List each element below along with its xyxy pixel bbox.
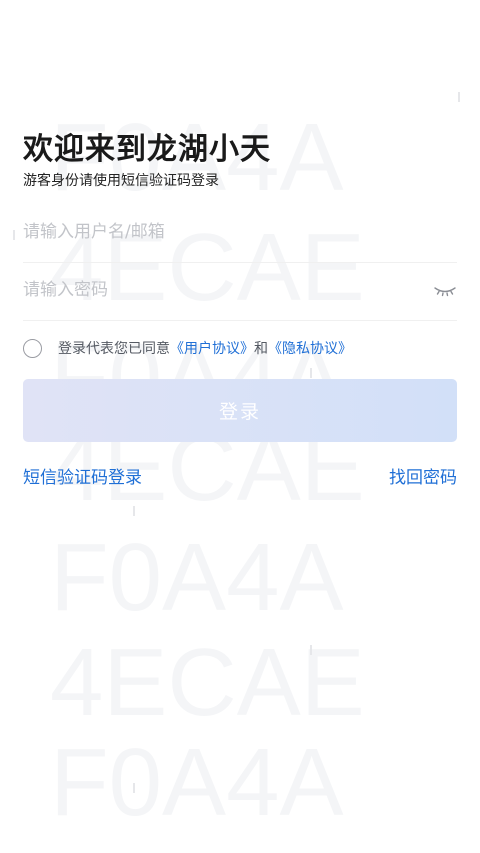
agreement-row: 登录代表您已同意《用户协议》和《隐私协议》 [23, 336, 457, 360]
eye-closed-icon[interactable] [433, 280, 457, 300]
user-agreement-link[interactable]: 《用户协议》 [170, 341, 254, 357]
privacy-policy-link[interactable]: 《隐私协议》 [268, 341, 352, 357]
password-input[interactable] [23, 262, 423, 318]
agreement-text: 登录代表您已同意《用户协议》和《隐私协议》 [58, 338, 352, 358]
password-field [23, 262, 457, 321]
login-form-container: 欢迎来到龙湖小天 游客身份请使用短信验证码登录 登录代表您已同意《用户协议》和《… [0, 0, 480, 853]
agreement-checkbox[interactable] [23, 338, 42, 358]
login-button[interactable]: 登录 [23, 379, 457, 442]
login-screen: F0A4A 4ECAE F0A4A 4ECAE F0A4A 4ECAE F0A4… [0, 0, 480, 853]
forgot-password-link[interactable]: 找回密码 [389, 463, 457, 488]
page-title: 欢迎来到龙湖小天 [23, 132, 271, 167]
agreement-conjunction: 和 [254, 341, 268, 357]
agreement-prefix: 登录代表您已同意 [58, 341, 170, 357]
page-subtitle: 游客身份请使用短信验证码登录 [23, 173, 219, 189]
username-input[interactable] [23, 204, 423, 260]
username-field [23, 204, 457, 263]
sms-login-link[interactable]: 短信验证码登录 [23, 463, 142, 488]
